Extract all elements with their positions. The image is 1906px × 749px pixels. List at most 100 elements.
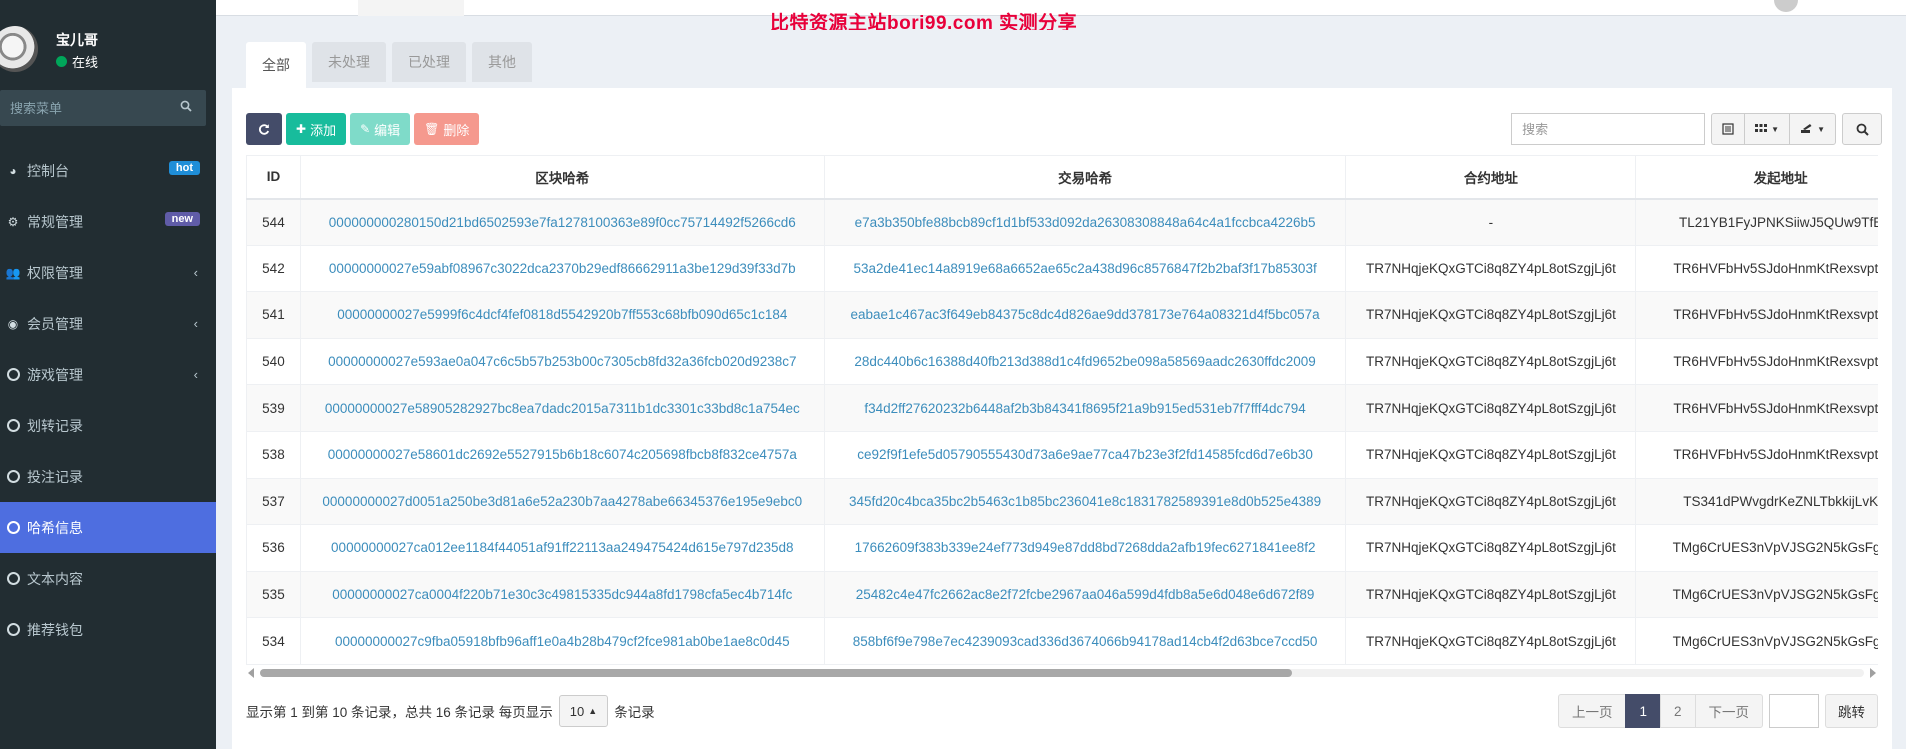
scroll-thumb[interactable] (260, 669, 1292, 677)
sidebar-item[interactable]: 👥 权限管理 ‹ (0, 247, 216, 298)
column-header[interactable]: 区块哈希 (299, 155, 825, 200)
table-cell: TR6HVFbHv5SJdoHnmKtRexsvptw (1635, 337, 1878, 386)
export-button[interactable]: ▼ (1790, 114, 1835, 144)
hash-link[interactable]: 00000000027e59abf08967c3022dca2370b29edf… (299, 244, 825, 293)
table-cell: TR7NHqjeKQxGTCi8q8ZY4pL8otSzgjLj6t (1345, 617, 1637, 665)
user-panel: 宝儿哥 在线 (0, 0, 216, 100)
status-tab[interactable]: 其他 (472, 42, 532, 82)
edit-button[interactable]: ✎ 编辑 (350, 113, 411, 145)
column-header[interactable]: 发起地址 (1635, 155, 1878, 200)
column-header[interactable]: ID (246, 155, 301, 200)
table-row[interactable]: 535 00000000027ca0004f220b71e30c3c4981533… (246, 570, 1878, 619)
table-cell: 537 (246, 477, 301, 526)
sidebar-item[interactable]: ⚙ 常规管理 new (0, 196, 216, 247)
table-cell: 538 (246, 430, 301, 479)
add-button[interactable]: ✚ 添加 (286, 113, 347, 145)
hash-link[interactable]: 000000000280150d21bd6502593e7fa127810036… (299, 198, 825, 246)
status-tab[interactable]: 已处理 (392, 42, 466, 82)
status-tab[interactable]: 未处理 (312, 42, 386, 82)
sidebar-item[interactable]: 哈希信息 (0, 502, 216, 553)
jump-button[interactable]: 跳转 (1825, 694, 1878, 728)
jump-page-input[interactable] (1769, 694, 1819, 728)
sidebar-item-label: 划转记录 (27, 417, 83, 434)
chevron-down-icon: ▼ (1771, 124, 1780, 134)
user-status: 在线 (56, 52, 98, 71)
sidebar-item[interactable]: 推荐钱包 (0, 604, 216, 655)
prev-page-button[interactable]: 上一页 (1557, 694, 1627, 728)
hash-link[interactable]: 00000000027e5999f6c4dcf4fef0818d5542920b… (299, 291, 825, 339)
horizontal-scrollbar[interactable] (246, 666, 1878, 680)
sidebar-item[interactable]: 划转记录 (0, 400, 216, 451)
user-circle-icon: ◉ (7, 316, 19, 331)
hash-link[interactable]: 00000000027ca012ee1184f44051af91ff22113a… (299, 524, 825, 572)
page-size-value: 10 (569, 703, 585, 719)
hash-link[interactable]: 17662609f383b339e24ef773d949e87dd8bd7268… (823, 524, 1347, 572)
sidebar-item-label: 投注记录 (27, 468, 83, 485)
hash-link[interactable]: e7a3b350bfe88bcb89cf1d1bf533d092da263083… (823, 198, 1347, 246)
table-header-row: ID 区块哈希 交易哈希 合约地址 发起地址 (246, 155, 1878, 200)
column-header[interactable]: 合约地址 (1345, 155, 1637, 200)
table-row[interactable]: 541 00000000027e5999f6c4dcf4fef0818d55429… (246, 291, 1878, 339)
hash-link[interactable]: 858bf6f9e798e7ec4239093cad336d3674066b94… (823, 617, 1347, 665)
sidebar-item-label: 控制台 (27, 162, 69, 179)
columns-button[interactable]: ▼ (1745, 114, 1791, 144)
hash-link[interactable]: 00000000027ca0004f220b71e30c3c49815335dc… (299, 570, 825, 619)
sidebar-item[interactable]: 投注记录 (0, 451, 216, 502)
next-page-button[interactable]: 下一页 (1694, 694, 1763, 728)
avatar[interactable] (0, 26, 38, 72)
hash-link[interactable]: 28dc440b6c16388d40fb213d388d1c4fd9652be0… (823, 337, 1347, 386)
table-cell: 541 (246, 291, 301, 339)
pagination: 上一页 1 2 下一页 跳转 (1557, 694, 1878, 728)
page-button[interactable]: 2 (1659, 694, 1696, 728)
top-avatar[interactable] (1774, 0, 1798, 12)
table-cell: TS341dPWvgdrKeZNLTbkkijLvK (1635, 477, 1878, 526)
hash-link[interactable]: 53a2de41ec14a8919e68a6652ae65c2a438d96c8… (823, 244, 1347, 293)
page-button[interactable]: 1 (1625, 694, 1661, 728)
advanced-search-button[interactable] (1842, 113, 1882, 145)
hash-link[interactable]: 00000000027e593ae0a047c6c5b57b253b00c730… (299, 337, 825, 386)
page-size-select[interactable]: 10 ▲ (558, 695, 609, 727)
circle-icon (6, 521, 20, 535)
hash-link[interactable]: 345fd20c4bca35bc2b5463c1b85bc236041e8c18… (823, 477, 1347, 526)
delete-button[interactable]: 🗑 删除 (414, 113, 480, 145)
hash-link[interactable]: f34d2ff27620232b6448af2b3b84341f8695f21a… (823, 384, 1347, 432)
sidebar-item-label: 游戏管理 (27, 366, 83, 383)
hash-link[interactable]: 25482c4e47fc2662ac8e2f72fcbe2967aa046a59… (823, 570, 1347, 619)
sidebar-item-label: 文本内容 (27, 570, 83, 587)
sidebar-item[interactable]: ◉ 会员管理 ‹ (0, 298, 216, 349)
table-row[interactable]: 536 00000000027ca012ee1184f44051af91ff221… (246, 524, 1878, 572)
user-name: 宝儿哥 (56, 32, 98, 48)
refresh-button[interactable] (246, 113, 282, 145)
sidebar-item-label: 推荐钱包 (27, 621, 83, 638)
top-tab[interactable] (358, 0, 464, 16)
sidebar-search-input[interactable] (0, 90, 170, 126)
sidebar-item[interactable]: ◕ 控制台 hot (0, 145, 216, 196)
search-icon[interactable] (180, 100, 192, 112)
hash-link[interactable]: 00000000027e58905282927bc8ea7dadc2015a73… (299, 384, 825, 432)
status-tab[interactable]: 全部 (246, 42, 306, 88)
toggle-view-button[interactable] (1712, 114, 1746, 144)
circle-icon (6, 419, 20, 433)
hash-link[interactable]: 00000000027e58601dc2692e5527915b6b18c607… (299, 430, 825, 479)
scroll-left-icon[interactable] (248, 668, 254, 678)
caret-up-icon: ▲ (588, 706, 598, 716)
table-row[interactable]: 544 000000000280150d21bd6502593e7fa127810… (246, 198, 1878, 246)
sidebar-item[interactable]: 游戏管理 ‹ (0, 349, 216, 400)
hash-link[interactable]: 00000000027c9fba05918bfb96aff1e0a4b28b47… (299, 617, 825, 665)
column-header[interactable]: 交易哈希 (823, 155, 1347, 200)
table-row[interactable]: 538 00000000027e58601dc2692e5527915b6b18c… (246, 430, 1878, 479)
table-search-input[interactable] (1511, 113, 1706, 145)
table-row[interactable]: 542 00000000027e59abf08967c3022dca2370b29… (246, 244, 1878, 293)
hash-link[interactable]: eabae1c467ac3f649eb84375c8dc4d826ae9dd37… (823, 291, 1347, 339)
table-row[interactable]: 540 00000000027e593ae0a047c6c5b57b253b00c… (246, 337, 1878, 386)
edit-button-label: 编辑 (374, 122, 401, 138)
plus-icon: ✚ (296, 122, 307, 136)
table-row[interactable]: 539 00000000027e58905282927bc8ea7dadc2015… (246, 384, 1878, 432)
table-row[interactable]: 534 00000000027c9fba05918bfb96aff1e0a4b28… (246, 617, 1878, 665)
hash-link[interactable]: 00000000027d0051a250be3d81a6e52a230b7aa4… (299, 477, 825, 526)
table-row[interactable]: 537 00000000027d0051a250be3d81a6e52a230b7… (246, 477, 1878, 526)
sidebar-item-label: 哈希信息 (27, 519, 83, 536)
hash-link[interactable]: ce92f9f1efe5d05790555430d73a6e9ae77ca47b… (823, 430, 1347, 479)
sidebar-item[interactable]: 文本内容 (0, 553, 216, 604)
scroll-right-icon[interactable] (1870, 668, 1876, 678)
